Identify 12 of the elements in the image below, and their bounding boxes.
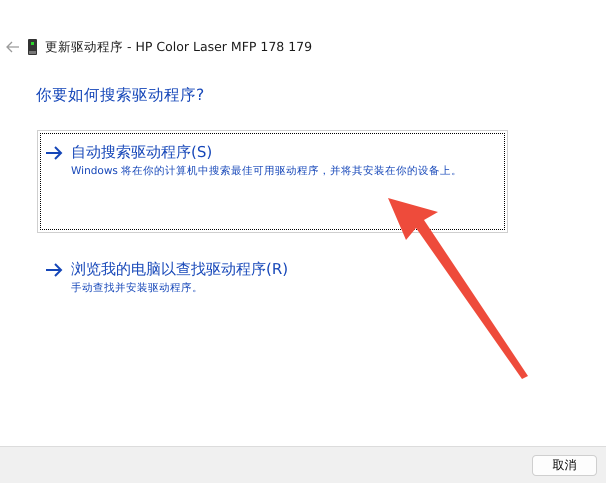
option-description: Windows 将在你的计算机中搜索最佳可用驱动程序，并将其安装在你的设备上。 (71, 164, 462, 180)
printer-icon (28, 39, 37, 55)
back-icon[interactable] (6, 41, 20, 53)
option-label: 自动搜索驱动程序(S) (71, 143, 214, 162)
arrow-icon (45, 146, 63, 160)
option-button[interactable]: 浏览我的电脑以查找驱动程序(R) 手动查找并安装驱动程序。 (37, 247, 508, 310)
option-label: 浏览我的电脑以查找驱动程序(R) (71, 260, 288, 278)
dialog-heading: 你要如何搜索驱动程序? (36, 85, 206, 106)
option-description: 手动查找并安装驱动程序。 (71, 281, 204, 296)
arrow-icon (45, 263, 63, 278)
window-title: 更新驱动程序 - HP Color Laser MFP 178 179 (45, 38, 312, 56)
cancel-button[interactable]: 取消 (532, 454, 597, 476)
